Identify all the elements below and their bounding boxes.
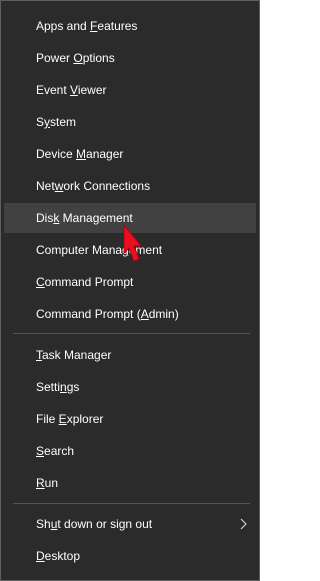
menu-item-event-viewer[interactable]: Event Viewer <box>4 75 256 105</box>
menu-item-command-prompt[interactable]: Command Prompt <box>4 267 256 297</box>
chevron-right-icon <box>240 518 247 530</box>
menu-item-task-manager[interactable]: Task Manager <box>4 340 256 370</box>
menu-item-label: Command Prompt (Admin) <box>36 307 179 321</box>
menu-separator <box>13 503 250 504</box>
menu-item-settings[interactable]: Settings <box>4 372 256 402</box>
menu-item-label: Task Manager <box>36 348 112 362</box>
menu-item-label: System <box>36 115 77 129</box>
menu-item-label: Shut down or sign out <box>36 517 153 531</box>
menu-item-power-options[interactable]: Power Options <box>4 43 256 73</box>
menu-item-apps-and-features[interactable]: Apps and Features <box>4 11 256 41</box>
menu-item-command-prompt-admin[interactable]: Command Prompt (Admin) <box>4 299 256 329</box>
menu-item-desktop[interactable]: Desktop <box>4 541 256 571</box>
menu-item-label: Apps and Features <box>36 19 138 33</box>
menu-item-label: Search <box>36 444 75 458</box>
menu-item-label: Run <box>36 476 59 490</box>
menu-item-system[interactable]: System <box>4 107 256 137</box>
menu-item-label: Device Manager <box>36 147 124 161</box>
menu-item-file-explorer[interactable]: File Explorer <box>4 404 256 434</box>
menu-item-label: Computer Management <box>36 243 163 257</box>
menu-item-run[interactable]: Run <box>4 468 256 498</box>
menu-item-label: Network Connections <box>36 179 151 193</box>
menu-item-search[interactable]: Search <box>4 436 256 466</box>
menu-item-device-manager[interactable]: Device Manager <box>4 139 256 169</box>
mouse-cursor-icon <box>123 223 143 262</box>
menu-item-label: Event Viewer <box>36 83 107 97</box>
menu-separator <box>13 333 250 334</box>
menu-item-network-connections[interactable]: Network Connections <box>4 171 256 201</box>
menu-item-label: File Explorer <box>36 412 104 426</box>
menu-item-shut-down-or-sign-out[interactable]: Shut down or sign out <box>4 509 256 539</box>
menu-item-label: Desktop <box>36 549 81 563</box>
power-user-menu: Apps and Features Power Options Event Vi… <box>0 0 260 581</box>
menu-item-label: Power Options <box>36 51 115 65</box>
menu-item-label: Settings <box>36 380 80 394</box>
menu-item-label: Command Prompt <box>36 275 134 289</box>
